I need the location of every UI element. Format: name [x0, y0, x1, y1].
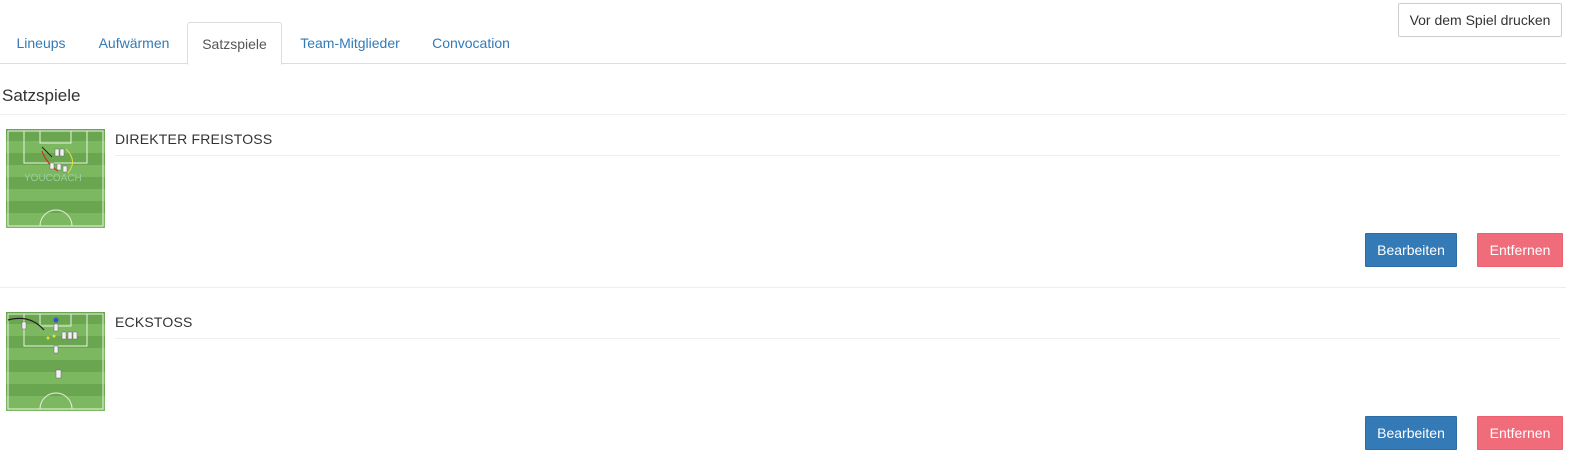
- set-piece-name: ECKSTOSS: [115, 314, 193, 330]
- football-pitch-diagram-icon[interactable]: [6, 312, 105, 411]
- edit-button[interactable]: Bearbeiten: [1365, 416, 1457, 450]
- tab-convocation[interactable]: Convocation: [418, 22, 524, 64]
- set-piece-name: DIREKTER FREISTOSS: [115, 131, 273, 147]
- tab-lineups[interactable]: Lineups: [2, 22, 80, 64]
- football-pitch-diagram-icon[interactable]: YOUCOACH: [6, 129, 105, 228]
- divider: [115, 338, 1560, 339]
- tab-aufwaermen[interactable]: Aufwärmen: [84, 22, 184, 64]
- edit-button[interactable]: Bearbeiten: [1365, 233, 1457, 267]
- remove-button[interactable]: Entfernen: [1477, 416, 1563, 450]
- section-title: Satzspiele: [2, 86, 81, 105]
- remove-button[interactable]: Entfernen: [1477, 233, 1563, 267]
- divider: [0, 287, 1566, 288]
- page: Vor dem Spiel drucken Lineups Aufwärmen …: [0, 0, 1584, 472]
- tab-satzspiele[interactable]: Satzspiele: [187, 22, 282, 65]
- tab-team-mitglieder[interactable]: Team-Mitglieder: [286, 22, 414, 64]
- set-piece-item: ECKSTOSS Bearbeiten Entfernen: [0, 298, 1566, 468]
- tab-bar: Lineups Aufwärmen Satzspiele Team-Mitgli…: [0, 22, 1566, 65]
- set-piece-item: YOUCOACH DIREKTER FREISTOSS Bearbeiten E…: [0, 115, 1566, 285]
- watermark: YOUCOACH: [24, 173, 82, 184]
- divider: [115, 155, 1560, 156]
